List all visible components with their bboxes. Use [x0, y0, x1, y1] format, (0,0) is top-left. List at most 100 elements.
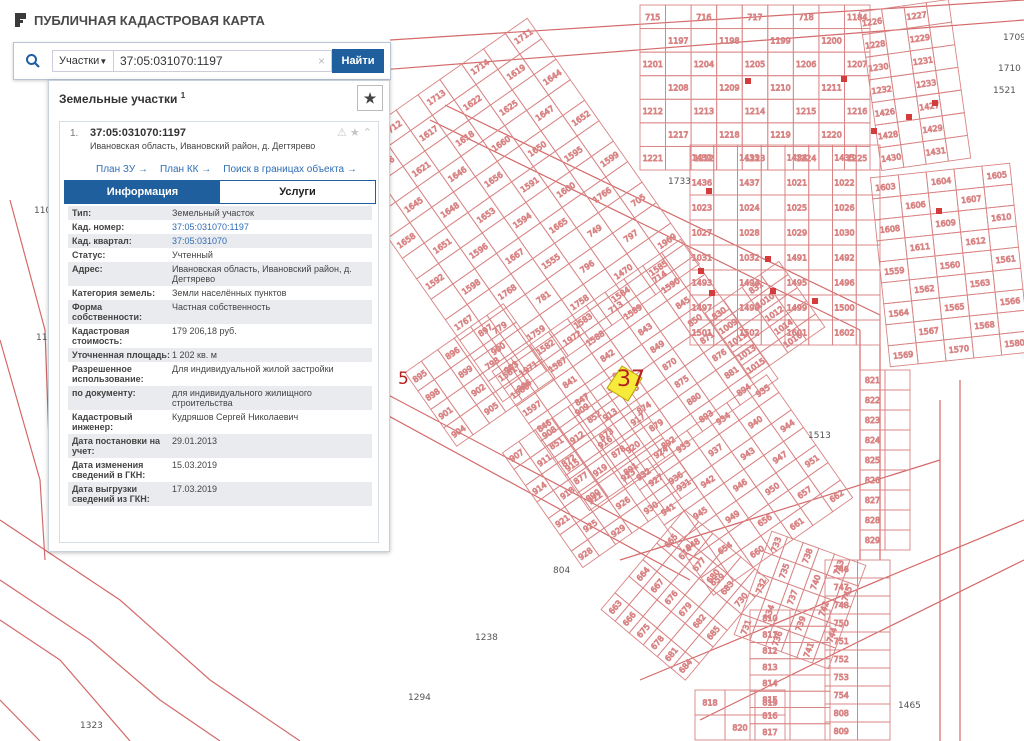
parcel-label: 820: [732, 724, 747, 733]
parcel-label: 1521: [993, 86, 1016, 96]
parcel-label: 1433: [739, 154, 759, 163]
parcel-label: 1022: [834, 179, 854, 188]
building-mark: [770, 288, 776, 294]
info-value: Кудряшов Сергей Николаевич: [172, 412, 299, 422]
search-input[interactable]: 37:05:031070:1197 ×: [114, 50, 332, 72]
parcel-label: 1201: [643, 60, 663, 69]
plan-kk-link[interactable]: План КК →: [160, 164, 211, 175]
tab-info[interactable]: Информация: [65, 181, 220, 203]
result-links: План ЗУ → План КК → Поиск в границах объ…: [96, 164, 357, 175]
parcel-label: 813: [762, 663, 777, 672]
info-value: 1 202 кв. м: [172, 350, 217, 360]
info-value: Частная собственность: [172, 302, 271, 312]
search-bar: Участки ▼ 37:05:031070:1197 × Найти: [13, 42, 391, 80]
parcel-label: 823: [865, 416, 880, 425]
parcel-label: 1205: [745, 60, 765, 69]
logo-icon: [15, 13, 26, 27]
parcel-label: 1212: [643, 107, 663, 116]
parcel-label: 715: [645, 13, 660, 22]
info-key: Дата постановки на учет:: [72, 436, 161, 456]
parcel-label: 1435: [834, 154, 854, 163]
parcel-label: 716: [696, 13, 711, 22]
building-mark: [936, 208, 942, 214]
parcel-label: 812: [762, 647, 777, 656]
parcel-label: 816: [762, 712, 777, 721]
parcel-label: 717: [747, 13, 762, 22]
building-mark: [745, 78, 751, 84]
parcel-label: 1207: [847, 60, 867, 69]
building-mark: [841, 76, 847, 82]
parcel-label: 1030: [834, 229, 854, 238]
info-row: Тип: Земельный участок: [68, 206, 372, 220]
info-value[interactable]: 37:05:031070: [172, 236, 372, 246]
parcel-label: 1024: [739, 204, 759, 213]
parcel-label: 819: [762, 699, 777, 708]
search-icon[interactable]: [14, 43, 52, 79]
quarter-label: 5: [398, 369, 409, 389]
info-row: Адрес: Ивановская область, Ивановский рай…: [68, 262, 372, 286]
parcel-label: 1491: [787, 254, 807, 263]
search-query: 37:05:031070:1197: [120, 54, 223, 68]
info-value: для индивидуального жилищного строительс…: [172, 388, 312, 408]
info-row: Статус: Учтенный: [68, 248, 372, 262]
parcel-label: 754: [834, 691, 849, 700]
parcel-label: 718: [798, 13, 813, 22]
tab-services[interactable]: Услуги: [220, 181, 375, 203]
search-button[interactable]: Найти: [332, 49, 384, 73]
parcel-label: 753: [834, 673, 849, 682]
clear-icon[interactable]: ×: [318, 54, 325, 68]
search-type-label: Участки: [59, 55, 100, 67]
parcel-label: 751: [834, 637, 849, 646]
result-tabs: Информация Услуги: [64, 180, 376, 204]
parcel-label: 1499: [787, 304, 807, 313]
plan-zu-link[interactable]: План ЗУ →: [96, 164, 148, 175]
parcel-label: 1513: [808, 431, 831, 441]
parcel-label: 817: [762, 728, 777, 737]
parcel-label: 748: [834, 601, 849, 610]
search-within-link[interactable]: Поиск в границах объекта →: [223, 164, 357, 175]
info-table: Тип: Земельный участок Кад. номер: 37:05:03…: [68, 206, 372, 506]
parcel-label: 827: [865, 496, 880, 505]
favorites-button[interactable]: ★: [357, 85, 383, 111]
app-title: ПУБЛИЧНАЯ КАДАСТРОВАЯ КАРТА: [34, 12, 265, 28]
parcel-label: 1496: [834, 279, 854, 288]
info-value[interactable]: 37:05:031070:1197: [172, 222, 372, 232]
result-count: 1: [180, 90, 186, 100]
parcel-label: 828: [865, 516, 880, 525]
building-mark: [706, 188, 712, 194]
parcel-label: 1437: [739, 179, 759, 188]
chevron-down-icon: ▼: [99, 56, 108, 66]
parcel-label: 1497: [692, 304, 712, 313]
parcel-label: 1208: [668, 84, 688, 93]
panel-heading: Земельные участки 1: [59, 90, 186, 106]
app-brand[interactable]: ПУБЛИЧНАЯ КАДАСТРОВАЯ КАРТА: [10, 10, 269, 30]
info-value: Для индивидуальной жилой застройки: [172, 364, 334, 374]
info-row: Кад. квартал: 37:05:031070: [68, 234, 372, 248]
parcel-label: 1219: [770, 131, 790, 140]
result-actions-icons[interactable]: ⚠ ★ ⌃: [337, 126, 372, 139]
parcel-label: 1238: [475, 633, 498, 643]
building-mark: [698, 268, 704, 274]
info-key: Кадастровая стоимость:: [72, 326, 130, 346]
parcel-label: 1199: [770, 36, 790, 45]
parcel-label: 747: [834, 583, 849, 592]
info-value: Учтенный: [172, 250, 213, 260]
parcel-label: 1025: [787, 204, 807, 213]
parcel-label: 1027: [692, 229, 712, 238]
parcel-label: 1436: [692, 179, 712, 188]
search-type-select[interactable]: Участки ▼: [52, 50, 114, 72]
parcel-label: 1210: [770, 84, 790, 93]
result-title[interactable]: 37:05:031070:1197: [90, 127, 186, 139]
info-row: Кадастровый инженер: Кудряшов Сергей Нико…: [68, 410, 372, 434]
parcel-label: 1218: [719, 131, 739, 140]
building-mark: [932, 100, 938, 106]
parcel-label: 814: [762, 679, 777, 688]
parcel-label: 824: [865, 436, 880, 445]
info-key: Адрес:: [72, 264, 103, 274]
parcel-label: 826: [865, 476, 880, 485]
info-key: по документу:: [72, 388, 136, 398]
info-row: Дата изменения сведений в ГКН: 15.03.2019: [68, 458, 372, 482]
parcel-label: 1209: [719, 84, 739, 93]
info-value: 17.03.2019: [172, 484, 218, 494]
parcel-label: 1197: [668, 36, 688, 45]
